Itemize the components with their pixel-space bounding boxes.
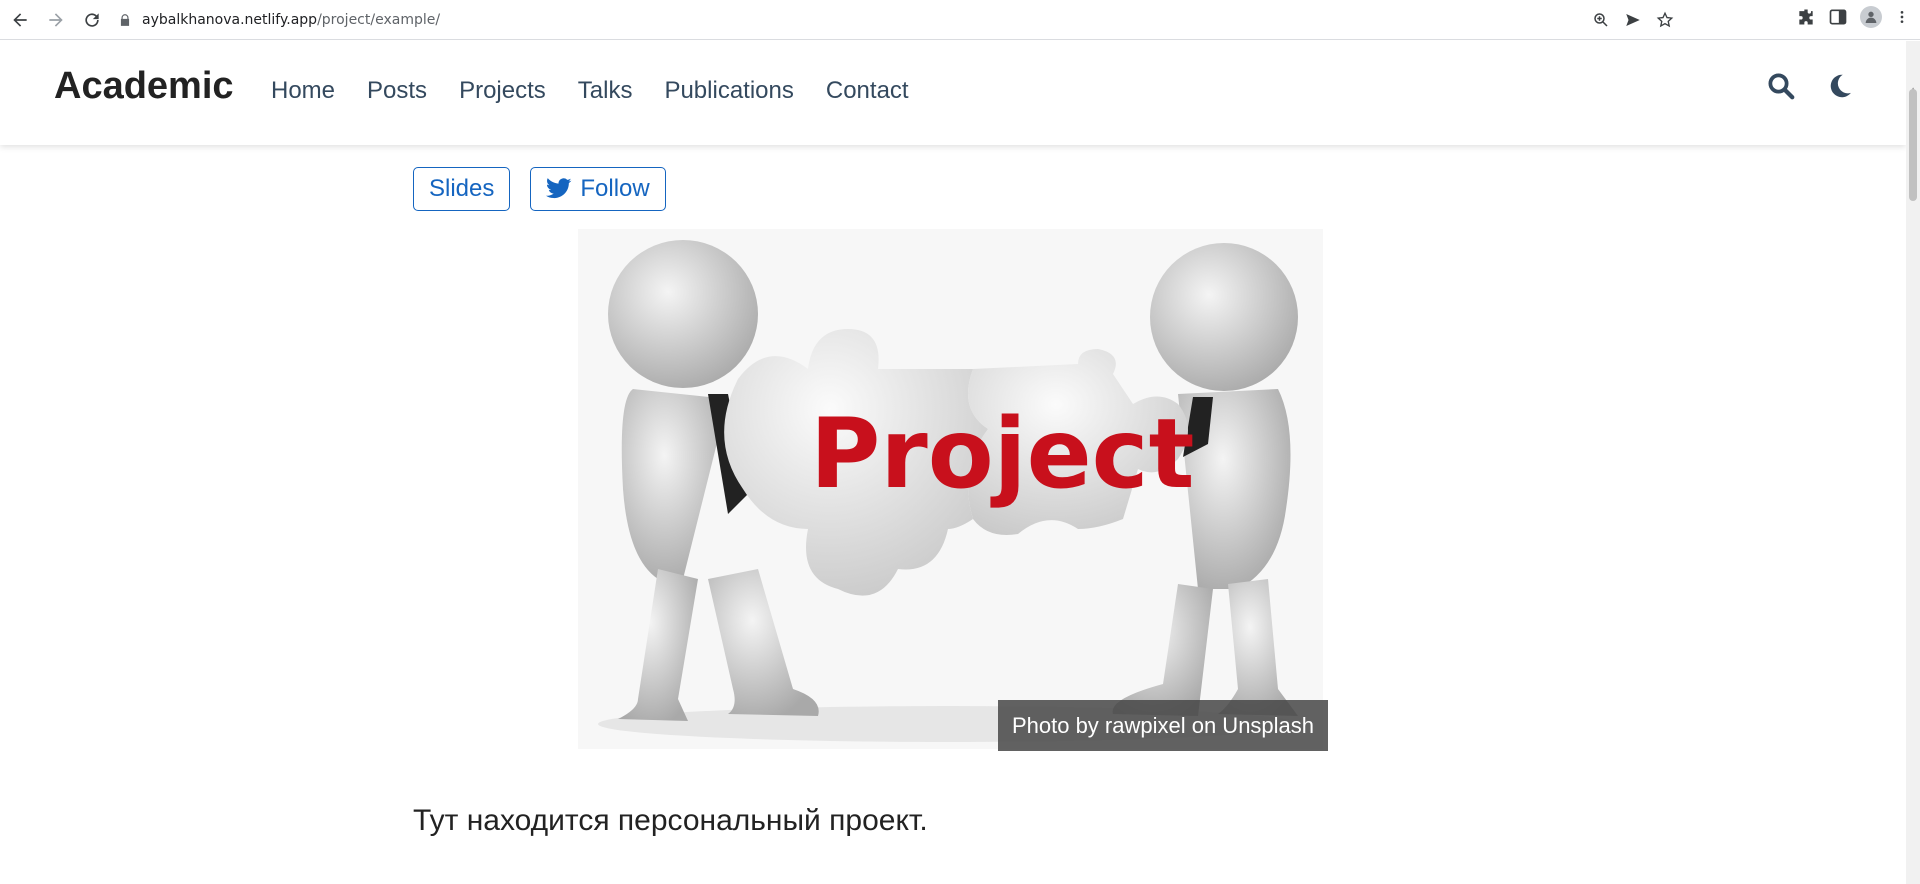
nav-contact[interactable]: Contact [826,77,909,105]
follow-button-label: Follow [580,175,650,202]
lead-paragraph: Тут находится персональный проект. [413,804,928,837]
scrollbar-thumb[interactable] [1909,89,1917,201]
profile-avatar[interactable] [1860,6,1882,28]
twitter-icon [546,178,572,199]
nav-home[interactable]: Home [271,77,335,105]
moon-icon[interactable] [1824,71,1854,101]
lock-icon [120,14,130,26]
search-icon[interactable] [1766,71,1796,101]
browser-toolbar: aybalkhanova.netlify.app/project/example… [0,0,1920,40]
extension-area [1796,6,1910,28]
back-button[interactable] [4,4,36,36]
nav-talks[interactable]: Talks [578,77,633,105]
forward-button[interactable] [40,4,72,36]
action-buttons: Slides Follow [413,167,666,211]
project-illustration: Project [598,240,1298,742]
main-nav: Home Posts Projects Talks Publications C… [271,77,909,105]
kebab-menu-icon[interactable] [1894,7,1910,27]
image-caption: Photo by rawpixel on Unsplash [998,700,1328,751]
arrow-left-icon [13,12,27,27]
reload-icon [85,12,99,27]
bookmark-star-icon[interactable] [1656,11,1674,29]
side-panel-icon[interactable] [1828,7,1848,27]
follow-button[interactable]: Follow [530,167,666,211]
nav-publications[interactable]: Publications [664,77,793,105]
slides-button[interactable]: Slides [413,167,511,211]
reload-button[interactable] [76,4,108,36]
nav-projects[interactable]: Projects [459,77,546,105]
url-path: /project/example/ [317,12,441,28]
address-bar[interactable]: aybalkhanova.netlify.app/project/example… [110,5,1674,35]
illustration-title: Project [810,398,1194,510]
featured-image: Project [578,229,1323,749]
url-host: aybalkhanova.netlify.app [142,12,318,28]
zoom-icon[interactable] [1592,11,1610,29]
arrow-right-icon [49,12,63,27]
site-navbar: Academic Home Posts Projects Talks Publi… [0,41,1906,145]
extensions-puzzle-icon[interactable] [1796,7,1816,27]
person-icon [1865,11,1877,23]
slides-button-label: Slides [429,175,495,202]
omnibox-actions [1592,5,1674,35]
brand-logo-link[interactable]: Academic [54,65,234,108]
page-scrollbar[interactable]: ▲ [1906,41,1920,884]
nav-actions [1766,71,1854,101]
send-icon[interactable] [1624,11,1642,29]
nav-posts[interactable]: Posts [367,77,427,105]
